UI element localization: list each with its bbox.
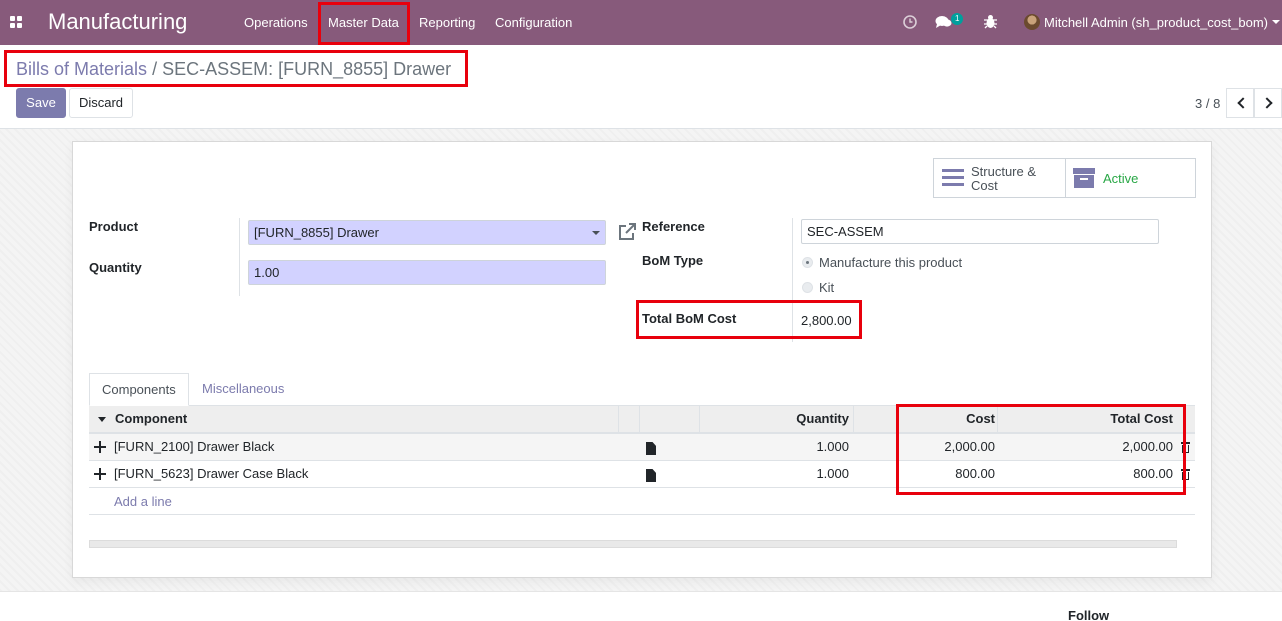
structure-cost-label: Structure & Cost bbox=[971, 164, 1037, 193]
field-separator bbox=[792, 218, 793, 342]
breadcrumb-bills-of-materials[interactable]: Bills of Materials bbox=[16, 59, 147, 79]
table-row[interactable]: [FURN_2100] Drawer Black 1.000 2,000.00 … bbox=[89, 434, 1195, 461]
bom-type-manufacture-label[interactable]: Manufacture this product bbox=[819, 255, 962, 270]
table-row[interactable]: [FURN_5623] Drawer Case Black 1.000 800.… bbox=[89, 461, 1195, 488]
horizontal-scrollbar[interactable] bbox=[89, 540, 1177, 548]
chat-badge: 1 bbox=[951, 13, 964, 25]
component-total-cost: 2,000.00 bbox=[1122, 439, 1173, 454]
user-menu-caret-icon[interactable] bbox=[1272, 20, 1280, 24]
button-box: Structure & Cost Active bbox=[933, 158, 1196, 198]
reference-input[interactable]: SEC-ASSEM bbox=[801, 219, 1159, 244]
component-total-cost: 800.00 bbox=[1133, 466, 1173, 481]
breadcrumb-separator: / bbox=[152, 59, 158, 79]
components-table-header: Component Quantity Cost Total Cost bbox=[89, 406, 1195, 434]
bom-type-label: BoM Type bbox=[642, 253, 704, 268]
component-quantity[interactable]: 1.000 bbox=[701, 461, 849, 487]
chevron-left-icon bbox=[1237, 97, 1249, 109]
breadcrumb: Bills of Materials / SEC-ASSEM: [FURN_88… bbox=[16, 59, 451, 80]
quantity-input[interactable]: 1.00 bbox=[248, 260, 606, 285]
save-button[interactable]: Save bbox=[16, 88, 66, 118]
bug-icon[interactable] bbox=[984, 14, 997, 29]
avatar[interactable] bbox=[1024, 14, 1040, 30]
structure-cost-button[interactable]: Structure & Cost bbox=[934, 159, 1065, 197]
drag-handle-icon[interactable] bbox=[94, 441, 106, 453]
external-link-icon[interactable] bbox=[618, 222, 637, 241]
top-navbar: Manufacturing Operations Master Data Rep… bbox=[0, 0, 1282, 45]
archive-icon bbox=[1073, 168, 1095, 188]
component-name[interactable]: [FURN_5623] Drawer Case Black bbox=[114, 461, 308, 487]
chatter-area: Follow bbox=[0, 591, 1282, 621]
component-name[interactable]: [FURN_2100] Drawer Black bbox=[114, 434, 274, 460]
menu-reporting[interactable]: Reporting bbox=[419, 0, 475, 45]
trash-icon[interactable] bbox=[1181, 442, 1190, 453]
chat-bubbles-icon[interactable] bbox=[935, 15, 952, 29]
quantity-label: Quantity bbox=[89, 260, 142, 275]
active-toggle-button[interactable]: Active bbox=[1065, 159, 1195, 197]
drag-handle-icon[interactable] bbox=[94, 468, 106, 480]
menu-operations[interactable]: Operations bbox=[244, 0, 308, 45]
column-quantity[interactable]: Quantity bbox=[701, 406, 849, 432]
document-icon[interactable] bbox=[646, 442, 656, 455]
component-quantity[interactable]: 1.000 bbox=[701, 434, 849, 460]
bom-type-kit-radio[interactable] bbox=[802, 282, 813, 293]
menu-configuration[interactable]: Configuration bbox=[495, 0, 572, 45]
apps-grid-icon[interactable] bbox=[10, 16, 22, 28]
active-label: Active bbox=[1103, 171, 1139, 186]
app-title[interactable]: Manufacturing bbox=[48, 9, 187, 35]
chevron-right-icon bbox=[1261, 97, 1273, 109]
user-menu[interactable]: Mitchell Admin (sh_product_cost_bom) bbox=[1044, 15, 1268, 30]
control-panel: Bills of Materials / SEC-ASSEM: [FURN_88… bbox=[0, 45, 1282, 129]
product-value: [FURN_8855] Drawer bbox=[254, 225, 379, 240]
column-total-cost[interactable]: Total Cost bbox=[999, 406, 1173, 432]
total-bom-cost-value: 2,800.00 bbox=[801, 313, 852, 328]
component-cost: 2,000.00 bbox=[944, 439, 995, 454]
discard-button[interactable]: Discard bbox=[69, 88, 133, 118]
pager-next-button[interactable] bbox=[1254, 88, 1282, 118]
pager-value[interactable]: 3 / 8 bbox=[1195, 96, 1220, 111]
product-select[interactable]: [FURN_8855] Drawer bbox=[248, 220, 606, 245]
total-bom-cost-label: Total BoM Cost bbox=[642, 311, 737, 326]
component-cost: 800.00 bbox=[955, 466, 995, 481]
add-line-row: Add a line bbox=[89, 488, 1195, 515]
follow-button[interactable]: Follow bbox=[1068, 608, 1109, 621]
breadcrumb-current: SEC-ASSEM: [FURN_8855] Drawer bbox=[162, 59, 452, 79]
reference-label: Reference bbox=[642, 219, 705, 234]
menu-master-data[interactable]: Master Data bbox=[328, 0, 399, 45]
trash-icon[interactable] bbox=[1181, 469, 1190, 480]
sort-caret-icon[interactable] bbox=[98, 417, 106, 422]
clock-icon[interactable] bbox=[903, 15, 917, 29]
tab-components[interactable]: Components bbox=[89, 373, 189, 406]
bom-type-kit-label[interactable]: Kit bbox=[819, 280, 834, 295]
document-icon[interactable] bbox=[646, 469, 656, 482]
bom-type-manufacture-radio[interactable] bbox=[802, 257, 813, 268]
column-cost[interactable]: Cost bbox=[855, 406, 995, 432]
product-label: Product bbox=[89, 219, 139, 234]
list-icon bbox=[942, 169, 964, 187]
chevron-down-icon[interactable] bbox=[592, 231, 600, 235]
add-line-link[interactable]: Add a line bbox=[114, 494, 172, 509]
field-separator bbox=[239, 218, 240, 296]
pager-previous-button[interactable] bbox=[1226, 88, 1254, 118]
column-component[interactable]: Component bbox=[115, 406, 187, 432]
tab-miscellaneous[interactable]: Miscellaneous bbox=[190, 373, 296, 406]
